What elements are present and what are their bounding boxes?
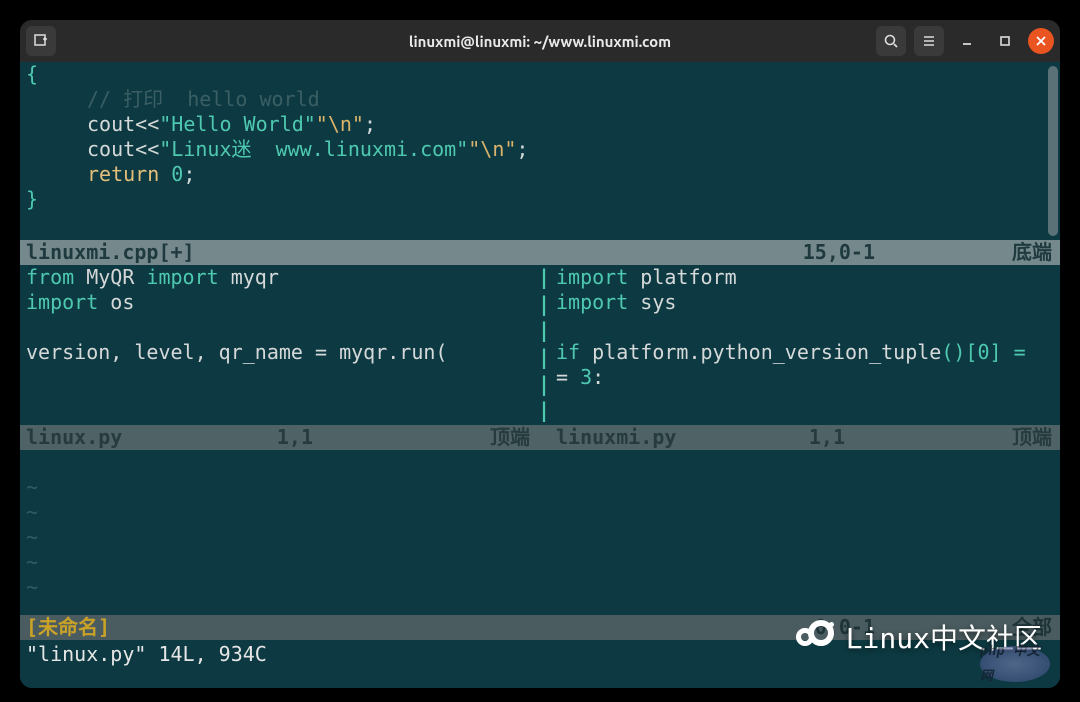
empty-line-tilde: ~ xyxy=(26,550,1054,575)
code-text: ; xyxy=(364,112,376,136)
code-escape: "\n" xyxy=(316,112,364,136)
code-keyword: if xyxy=(556,340,580,364)
status-location: 顶端 xyxy=(1012,425,1052,450)
code-text: = xyxy=(556,365,580,389)
status-filename: linux.py xyxy=(26,425,122,450)
code-keyword: import xyxy=(146,265,218,289)
code-keyword: import xyxy=(556,265,628,289)
titlebar: linuxmi@linuxmi: ~/www.linuxmi.com xyxy=(20,20,1060,62)
code-text: : xyxy=(592,365,604,389)
vim-statusbar-left: linux.py 1,1 顶端 xyxy=(20,425,538,450)
status-position: 1,1 xyxy=(277,425,313,450)
vim-command-line[interactable]: "linux.py" 14L, 934C xyxy=(20,640,1060,668)
terminal-body[interactable]: { // 打印 hello world cout<<"Hello World""… xyxy=(20,62,1060,688)
code-text: { xyxy=(26,62,38,86)
status-position: 15,0-1 xyxy=(803,240,875,265)
close-button[interactable] xyxy=(1028,28,1054,54)
code-string: "Hello World" xyxy=(159,112,316,136)
status-filename: linuxmi.py xyxy=(556,425,676,450)
code-number: 0 xyxy=(171,162,183,186)
code-text: os xyxy=(98,290,134,314)
status-location: 顶端 xyxy=(490,425,530,450)
vim-statusbar-right: linuxmi.py 1,1 顶端 xyxy=(550,425,1060,450)
status-location: 底端 xyxy=(1012,240,1052,265)
php-badge: php 中文网 xyxy=(980,646,1050,682)
code-text: ] = xyxy=(990,340,1026,364)
code-text: platform.python_version_tuple xyxy=(580,340,941,364)
code-text: ; xyxy=(516,137,528,161)
search-button[interactable] xyxy=(876,26,906,56)
command-text: "linux.py" 14L, 934C xyxy=(26,642,267,667)
status-modified: [+] xyxy=(158,240,194,265)
code-text: ()[ xyxy=(941,340,977,364)
empty-line-tilde: ~ xyxy=(26,475,1054,500)
maximize-button[interactable] xyxy=(990,26,1020,56)
vim-split-middle: from MyQR import myqr import os version,… xyxy=(20,265,1060,425)
vim-pane-top[interactable]: { // 打印 hello world cout<<"Hello World""… xyxy=(20,62,1060,240)
code-string: "Linux迷 www.linuxmi.com" xyxy=(159,137,468,161)
vim-pane-left[interactable]: from MyQR import myqr import os version,… xyxy=(20,265,538,425)
vim-pane-bottom[interactable]: ~ ~ ~ ~ ~ xyxy=(20,450,1060,615)
minimize-button[interactable] xyxy=(952,26,982,56)
code-text xyxy=(26,365,532,390)
code-text: ; xyxy=(183,162,195,186)
status-location: 全部 xyxy=(1012,615,1052,640)
code-comment: // 打印 hello world xyxy=(87,87,320,111)
code-escape: "\n" xyxy=(468,137,516,161)
code-text xyxy=(26,390,532,415)
code-number: 3 xyxy=(580,365,592,389)
new-tab-button[interactable] xyxy=(26,26,56,56)
code-keyword: from xyxy=(26,265,74,289)
code-text: cout<< xyxy=(87,112,159,136)
vim-statusbar-bottom: [未命名] 0,0-1 全部 xyxy=(20,615,1060,640)
code-keyword: import xyxy=(556,290,628,314)
code-text xyxy=(556,390,1054,415)
vim-statusbar-middle-row: linux.py 1,1 顶端 linuxmi.py 1,1 顶端 xyxy=(20,425,1060,450)
empty-line-tilde: ~ xyxy=(26,500,1054,525)
empty-line-tilde: ~ xyxy=(26,525,1054,550)
code-text: myqr xyxy=(219,265,279,289)
code-number: 0 xyxy=(977,340,989,364)
code-text: cout<< xyxy=(87,137,159,161)
code-keyword: import xyxy=(26,290,98,314)
status-position: 0,0-1 xyxy=(815,615,875,640)
status-filename: [未命名] xyxy=(26,615,110,640)
terminal-window: linuxmi@linuxmi: ~/www.linuxmi.com { xyxy=(20,20,1060,688)
status-filename: linuxmi.cpp xyxy=(26,240,158,265)
code-text: version, level, qr_name = myqr.run( xyxy=(26,340,447,364)
vim-statusbar-top: linuxmi.cpp [+] 15,0-1 底端 xyxy=(20,240,1060,265)
status-position: 1,1 xyxy=(809,425,845,450)
menu-button[interactable] xyxy=(914,26,944,56)
code-text: MyQR xyxy=(74,265,146,289)
split-divider[interactable]: |||||| xyxy=(538,265,550,425)
code-text: } xyxy=(26,187,38,211)
code-keyword: return xyxy=(87,162,159,186)
vim-pane-right[interactable]: import platform import sys if platform.p… xyxy=(550,265,1060,425)
code-text: sys xyxy=(628,290,676,314)
empty-line-tilde: ~ xyxy=(26,575,1054,600)
code-text: platform xyxy=(628,265,736,289)
